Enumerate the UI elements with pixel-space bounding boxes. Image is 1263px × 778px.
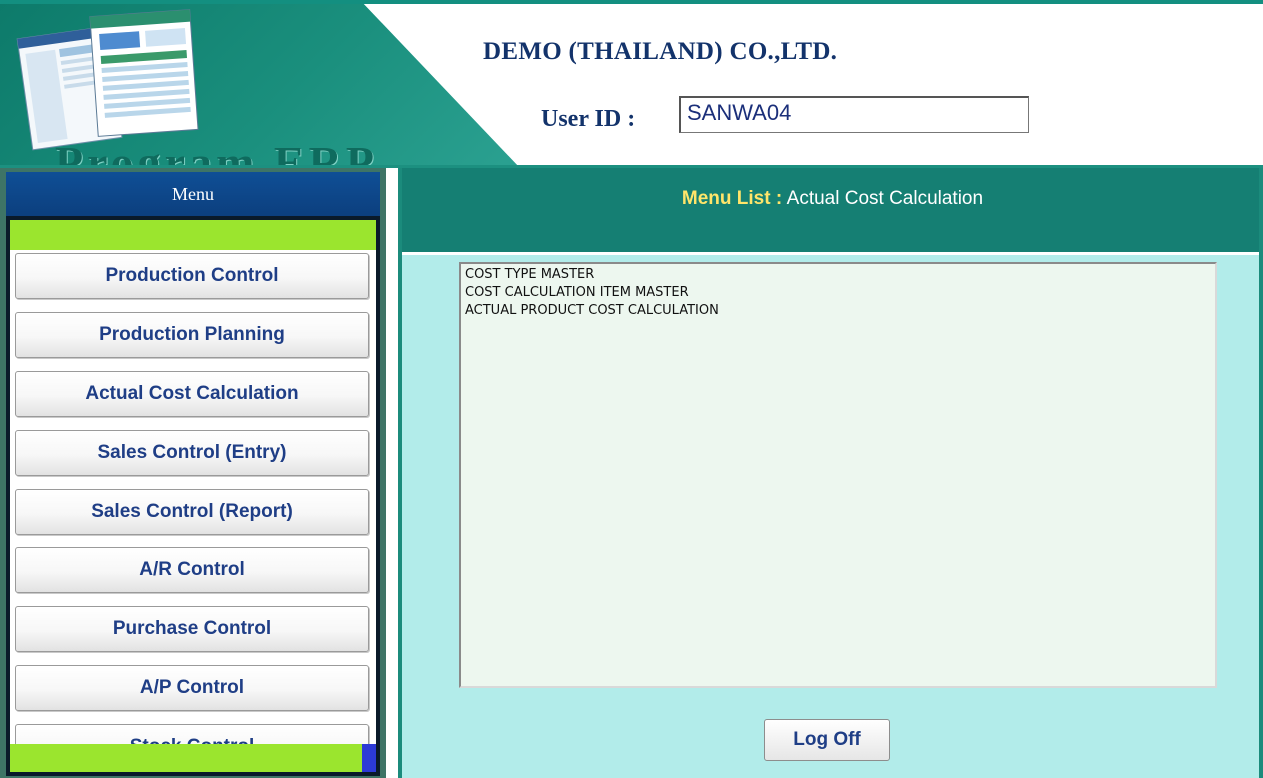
list-item-cost-type-master[interactable]: COST TYPE MASTER: [465, 266, 1211, 284]
menu-panel: Menu Production Control Production Plann…: [0, 168, 386, 778]
menu-item-ar-control[interactable]: A/R Control: [15, 547, 369, 593]
panel-divider: [386, 168, 398, 778]
menu-top-strip: [10, 220, 376, 250]
menu-item-ap-control[interactable]: A/P Control: [15, 665, 369, 711]
menu-scrollbar[interactable]: [362, 744, 376, 772]
logo-text: Program ERP: [55, 140, 378, 168]
userid-label: User ID :: [541, 106, 636, 132]
logo-screenshots-icon: [16, 9, 199, 151]
menu-item-actual-cost-calculation[interactable]: Actual Cost Calculation: [15, 371, 369, 417]
list-item-cost-calculation-item-master[interactable]: COST CALCULATION ITEM MASTER: [465, 284, 1211, 302]
logoff-button[interactable]: Log Off: [764, 719, 890, 761]
menu-item-production-planning[interactable]: Production Planning: [15, 312, 369, 358]
menu-inner: Production Control Production Planning A…: [10, 220, 376, 772]
submenu-listbox[interactable]: COST TYPE MASTER COST CALCULATION ITEM M…: [459, 262, 1217, 688]
menu-list-header: Menu List : Actual Cost Calculation: [402, 168, 1263, 255]
menu-list: Production Control Production Planning A…: [10, 253, 376, 744]
company-name: DEMO (THAILAND) CO.,LTD.: [483, 38, 838, 65]
menu-item-sales-control-entry[interactable]: Sales Control (Entry): [15, 430, 369, 476]
menu-list-current: Actual Cost Calculation: [786, 188, 984, 209]
menu-item-production-control[interactable]: Production Control: [15, 253, 369, 299]
list-item-actual-product-cost-calculation[interactable]: ACTUAL PRODUCT COST CALCULATION: [465, 302, 1211, 320]
menu-list-heading: Menu List : Actual Cost Calculation: [402, 188, 1263, 210]
menu-item-sales-control-report[interactable]: Sales Control (Report): [15, 489, 369, 535]
menu-list-label: Menu List :: [681, 188, 783, 209]
content-panel: Menu List : Actual Cost Calculation COST…: [398, 168, 1263, 778]
right-border: [1259, 168, 1263, 778]
menu-frame: Production Control Production Planning A…: [6, 216, 380, 776]
menu-title: Menu: [6, 172, 380, 217]
userid-field[interactable]: SANWA04: [679, 96, 1029, 133]
menu-item-purchase-control[interactable]: Purchase Control: [15, 606, 369, 652]
menu-bottom-strip: [10, 744, 362, 772]
menu-item-stock-control[interactable]: Stock Control: [15, 724, 369, 744]
app-header: Program ERP DEMO (THAILAND) CO.,LTD. Use…: [0, 0, 1263, 168]
